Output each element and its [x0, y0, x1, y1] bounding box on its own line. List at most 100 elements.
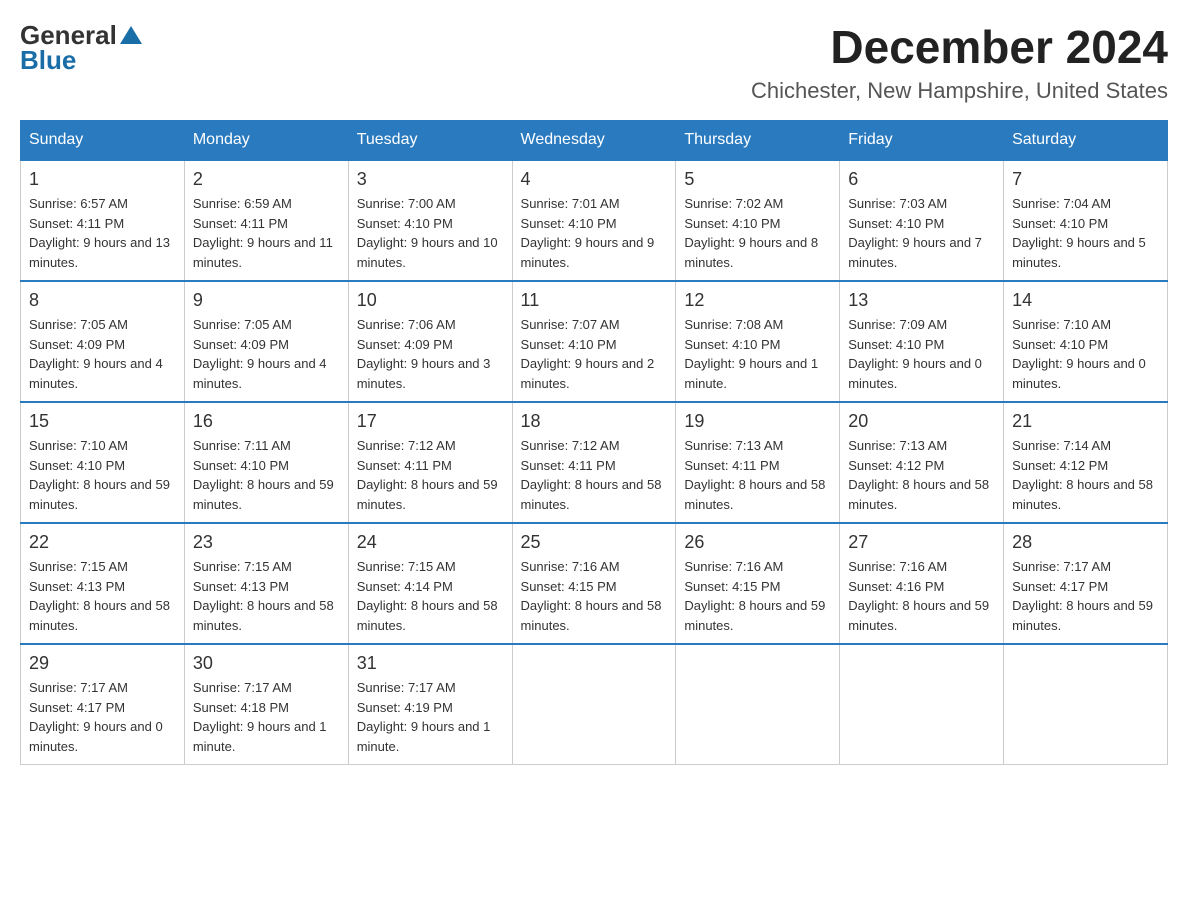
calendar-day-cell: 24Sunrise: 7:15 AMSunset: 4:14 PMDayligh… [348, 523, 512, 644]
day-info: Sunrise: 7:17 AMSunset: 4:19 PMDaylight:… [357, 678, 504, 756]
day-number: 5 [684, 169, 831, 190]
day-info: Sunrise: 7:10 AMSunset: 4:10 PMDaylight:… [29, 436, 176, 514]
calendar-day-cell [512, 644, 676, 765]
day-number: 23 [193, 532, 340, 553]
day-info: Sunrise: 7:08 AMSunset: 4:10 PMDaylight:… [684, 315, 831, 393]
location-subtitle: Chichester, New Hampshire, United States [751, 78, 1168, 104]
day-info: Sunrise: 7:15 AMSunset: 4:13 PMDaylight:… [193, 557, 340, 635]
day-number: 13 [848, 290, 995, 311]
calendar-day-cell: 28Sunrise: 7:17 AMSunset: 4:17 PMDayligh… [1004, 523, 1168, 644]
calendar-day-cell: 15Sunrise: 7:10 AMSunset: 4:10 PMDayligh… [21, 402, 185, 523]
calendar-day-cell: 1 Sunrise: 6:57 AMSunset: 4:11 PMDaylight… [21, 160, 185, 281]
day-info: Sunrise: 7:15 AMSunset: 4:13 PMDaylight:… [29, 557, 176, 635]
calendar-day-cell: 8 Sunrise: 7:05 AMSunset: 4:09 PMDaylight… [21, 281, 185, 402]
header-thursday: Thursday [676, 121, 840, 161]
day-info: Sunrise: 7:04 AMSunset: 4:10 PMDaylight:… [1012, 194, 1159, 272]
calendar-day-cell: 14 Sunrise: 7:10 AMSunset: 4:10 PMDayligh… [1004, 281, 1168, 402]
calendar-day-cell: 9 Sunrise: 7:05 AMSunset: 4:09 PMDaylight… [184, 281, 348, 402]
month-year-title: December 2024 [751, 20, 1168, 74]
calendar-day-cell: 30Sunrise: 7:17 AMSunset: 4:18 PMDayligh… [184, 644, 348, 765]
day-info: Sunrise: 7:16 AMSunset: 4:15 PMDaylight:… [684, 557, 831, 635]
day-number: 8 [29, 290, 176, 311]
calendar-day-cell: 4 Sunrise: 7:01 AMSunset: 4:10 PMDaylight… [512, 160, 676, 281]
logo-icon [120, 24, 142, 46]
day-info: Sunrise: 7:00 AMSunset: 4:10 PMDaylight:… [357, 194, 504, 272]
day-number: 28 [1012, 532, 1159, 553]
day-number: 31 [357, 653, 504, 674]
calendar-week-row: 8 Sunrise: 7:05 AMSunset: 4:09 PMDaylight… [21, 281, 1168, 402]
day-number: 22 [29, 532, 176, 553]
day-info: Sunrise: 7:05 AMSunset: 4:09 PMDaylight:… [29, 315, 176, 393]
day-info: Sunrise: 7:02 AMSunset: 4:10 PMDaylight:… [684, 194, 831, 272]
header-friday: Friday [840, 121, 1004, 161]
header-tuesday: Tuesday [348, 121, 512, 161]
calendar-day-cell: 26 Sunrise: 7:16 AMSunset: 4:15 PMDayligh… [676, 523, 840, 644]
day-number: 19 [684, 411, 831, 432]
calendar-week-row: 22 Sunrise: 7:15 AMSunset: 4:13 PMDayligh… [21, 523, 1168, 644]
day-info: Sunrise: 7:11 AMSunset: 4:10 PMDaylight:… [193, 436, 340, 514]
day-info: Sunrise: 7:14 AMSunset: 4:12 PMDaylight:… [1012, 436, 1159, 514]
weekday-header-row: Sunday Monday Tuesday Wednesday Thursday… [21, 121, 1168, 161]
day-info: Sunrise: 7:12 AMSunset: 4:11 PMDaylight:… [357, 436, 504, 514]
day-info: Sunrise: 7:16 AMSunset: 4:16 PMDaylight:… [848, 557, 995, 635]
logo: General Blue [20, 20, 142, 76]
day-number: 29 [29, 653, 176, 674]
day-info: Sunrise: 6:57 AMSunset: 4:11 PMDaylight:… [29, 194, 176, 272]
header-monday: Monday [184, 121, 348, 161]
day-number: 1 [29, 169, 176, 190]
logo-blue: Blue [20, 45, 76, 76]
day-info: Sunrise: 7:05 AMSunset: 4:09 PMDaylight:… [193, 315, 340, 393]
calendar-week-row: 29 Sunrise: 7:17 AMSunset: 4:17 PMDayligh… [21, 644, 1168, 765]
calendar-day-cell: 11Sunrise: 7:07 AMSunset: 4:10 PMDayligh… [512, 281, 676, 402]
calendar-day-cell [840, 644, 1004, 765]
day-number: 2 [193, 169, 340, 190]
day-info: Sunrise: 7:17 AMSunset: 4:17 PMDaylight:… [29, 678, 176, 756]
day-info: Sunrise: 7:13 AMSunset: 4:11 PMDaylight:… [684, 436, 831, 514]
day-number: 27 [848, 532, 995, 553]
day-number: 17 [357, 411, 504, 432]
day-info: Sunrise: 7:01 AMSunset: 4:10 PMDaylight:… [521, 194, 668, 272]
calendar-day-cell: 31 Sunrise: 7:17 AMSunset: 4:19 PMDayligh… [348, 644, 512, 765]
header-saturday: Saturday [1004, 121, 1168, 161]
day-info: Sunrise: 7:09 AMSunset: 4:10 PMDaylight:… [848, 315, 995, 393]
day-info: Sunrise: 7:12 AMSunset: 4:11 PMDaylight:… [521, 436, 668, 514]
day-number: 12 [684, 290, 831, 311]
calendar-table: Sunday Monday Tuesday Wednesday Thursday… [20, 120, 1168, 765]
day-number: 3 [357, 169, 504, 190]
day-number: 6 [848, 169, 995, 190]
calendar-day-cell: 19 Sunrise: 7:13 AMSunset: 4:11 PMDayligh… [676, 402, 840, 523]
header-sunday: Sunday [21, 121, 185, 161]
calendar-day-cell [1004, 644, 1168, 765]
day-number: 11 [521, 290, 668, 311]
calendar-day-cell: 29 Sunrise: 7:17 AMSunset: 4:17 PMDayligh… [21, 644, 185, 765]
day-number: 21 [1012, 411, 1159, 432]
day-number: 9 [193, 290, 340, 311]
day-number: 18 [521, 411, 668, 432]
day-info: Sunrise: 7:06 AMSunset: 4:09 PMDaylight:… [357, 315, 504, 393]
calendar-day-cell: 5 Sunrise: 7:02 AMSunset: 4:10 PMDaylight… [676, 160, 840, 281]
day-info: Sunrise: 7:13 AMSunset: 4:12 PMDaylight:… [848, 436, 995, 514]
day-info: Sunrise: 7:16 AMSunset: 4:15 PMDaylight:… [521, 557, 668, 635]
calendar-day-cell: 6Sunrise: 7:03 AMSunset: 4:10 PMDaylight… [840, 160, 1004, 281]
calendar-week-row: 15Sunrise: 7:10 AMSunset: 4:10 PMDayligh… [21, 402, 1168, 523]
calendar-day-cell: 22 Sunrise: 7:15 AMSunset: 4:13 PMDayligh… [21, 523, 185, 644]
calendar-day-cell: 21 Sunrise: 7:14 AMSunset: 4:12 PMDayligh… [1004, 402, 1168, 523]
calendar-day-cell: 27 Sunrise: 7:16 AMSunset: 4:16 PMDayligh… [840, 523, 1004, 644]
calendar-day-cell: 17 Sunrise: 7:12 AMSunset: 4:11 PMDayligh… [348, 402, 512, 523]
day-info: Sunrise: 7:10 AMSunset: 4:10 PMDaylight:… [1012, 315, 1159, 393]
calendar-day-cell: 7Sunrise: 7:04 AMSunset: 4:10 PMDaylight… [1004, 160, 1168, 281]
title-area: December 2024 Chichester, New Hampshire,… [751, 20, 1168, 104]
day-number: 20 [848, 411, 995, 432]
day-number: 10 [357, 290, 504, 311]
page-header: General Blue December 2024 Chichester, N… [20, 20, 1168, 104]
calendar-day-cell [676, 644, 840, 765]
calendar-week-row: 1 Sunrise: 6:57 AMSunset: 4:11 PMDaylight… [21, 160, 1168, 281]
day-number: 4 [521, 169, 668, 190]
day-number: 30 [193, 653, 340, 674]
calendar-day-cell: 25Sunrise: 7:16 AMSunset: 4:15 PMDayligh… [512, 523, 676, 644]
calendar-day-cell: 20 Sunrise: 7:13 AMSunset: 4:12 PMDayligh… [840, 402, 1004, 523]
calendar-day-cell: 12 Sunrise: 7:08 AMSunset: 4:10 PMDayligh… [676, 281, 840, 402]
day-number: 26 [684, 532, 831, 553]
day-info: Sunrise: 7:15 AMSunset: 4:14 PMDaylight:… [357, 557, 504, 635]
day-number: 14 [1012, 290, 1159, 311]
